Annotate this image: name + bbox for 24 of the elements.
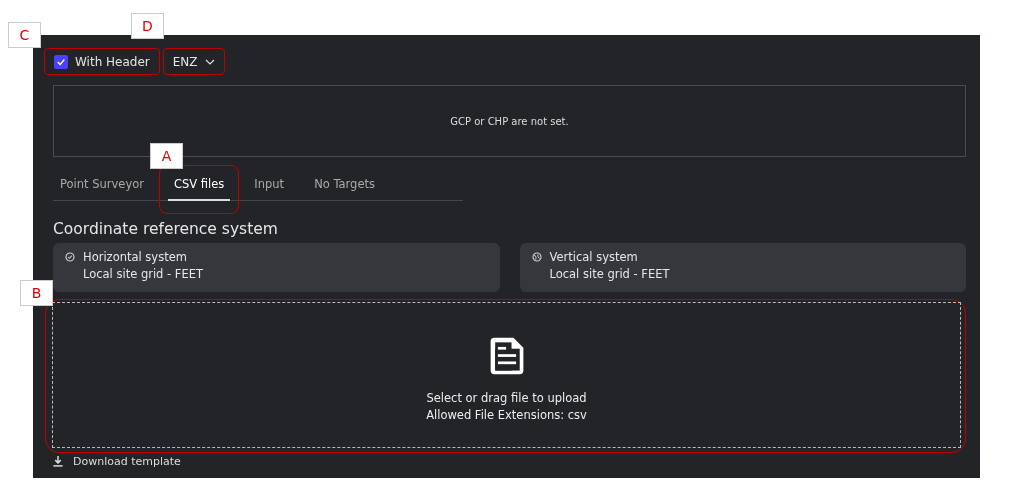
check-icon (56, 56, 66, 67)
tab[interactable]: Point Surveyor (54, 170, 150, 201)
tab[interactable]: Input (248, 170, 291, 201)
checkbox[interactable] (54, 54, 68, 69)
callout-label: C (8, 22, 41, 48)
callout-label: B (20, 280, 53, 306)
check-circle-icon (65, 252, 75, 262)
system-value: Local site grid - FEET (83, 267, 205, 281)
download-template-link[interactable]: Download template (53, 455, 966, 468)
file-drop-zone[interactable]: Select or drag file to upload Allowed File Extensions: csv (52, 302, 961, 448)
caret-icon (204, 58, 215, 65)
callout-label: A (150, 143, 183, 169)
system-value: Local site grid - FEET (549, 267, 671, 281)
system-label: Horizontal system (83, 250, 187, 264)
download-icon (53, 456, 63, 467)
callout-label: D (131, 13, 164, 39)
system-label: Vertical system (549, 250, 638, 264)
upload-instruction: Select or drag file to upload (426, 391, 587, 405)
allowed-extensions-text: Allowed File Extensions: csv (426, 408, 587, 422)
with-header-checkbox[interactable]: With Header (45, 49, 159, 74)
tab[interactable]: No Targets (308, 170, 381, 201)
section-title: Coordinate reference system (53, 220, 279, 238)
message-text: GCP or CHP are not set. (450, 115, 569, 127)
axis-order-dropdown[interactable]: ENZ (163, 49, 224, 74)
